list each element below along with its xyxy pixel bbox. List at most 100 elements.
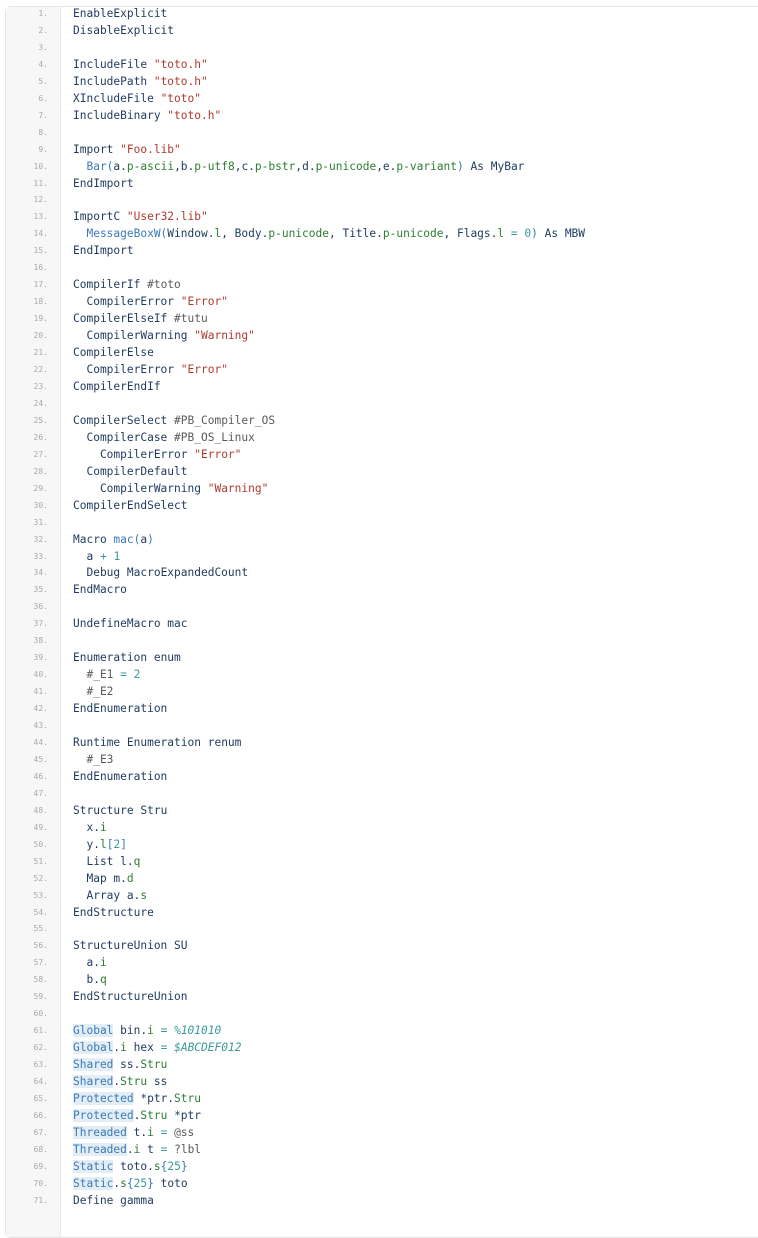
code-token: + <box>99 549 114 563</box>
code-token: Static <box>73 1176 114 1190</box>
line-number: 23. <box>33 381 48 391</box>
code-token: = <box>160 1041 175 1055</box>
code-token: "Error" <box>194 447 242 461</box>
line-number: 4. <box>38 59 48 69</box>
code-text: CompilerEndIf <box>73 379 161 396</box>
code-token: , Flags. <box>443 227 498 241</box>
code-token: *ptr <box>167 1108 202 1122</box>
code-text: XIncludeFile "toto" <box>73 91 201 108</box>
code-text: Global bin.i = %101010 <box>73 1023 221 1040</box>
code-text: Bar(a.p-ascii,b.p-utf8,c.p-bstr,d.p-unic… <box>73 159 524 176</box>
code-token: = <box>504 227 525 241</box>
code-token: p-unicode <box>382 227 444 241</box>
code-token: "toto.h" <box>153 74 208 88</box>
code-token: mac <box>167 617 188 631</box>
code-text: y.l[2] <box>73 837 126 854</box>
code-text: EndEnumeration <box>73 701 167 718</box>
code-text: CompilerDefault <box>73 464 187 481</box>
code-token: t <box>140 1142 161 1156</box>
line-number: 12. <box>33 195 48 205</box>
line-number: 48. <box>33 805 48 815</box>
code-text: CompilerError "Error" <box>73 447 241 464</box>
code-token: Stru <box>174 1092 201 1105</box>
code-token: p-unicode <box>315 159 377 173</box>
code-token: CompilerWarning <box>73 329 195 343</box>
code-token: m. <box>113 871 127 885</box>
code-token: %101010 <box>174 1024 222 1038</box>
code-token: Protected <box>73 1092 134 1105</box>
code-token: MacroExpandedCount <box>126 566 249 580</box>
code-token: Global <box>73 1041 114 1055</box>
code-text: EndImport <box>73 176 134 193</box>
line-number: 52. <box>33 873 48 883</box>
code-text: a.i <box>73 955 106 972</box>
line-number: 40. <box>33 670 48 680</box>
line-number: 17. <box>33 280 48 290</box>
code-text: Shared.Stru ss <box>73 1074 167 1091</box>
code-token: #PB_Compiler_OS <box>174 413 276 427</box>
line-number: 43. <box>33 721 48 731</box>
code-token: CompilerWarning <box>73 481 208 495</box>
code-token: bin. <box>113 1024 148 1038</box>
code-token: UndefineMacro <box>73 617 168 631</box>
code-text: Structure Stru <box>73 803 167 820</box>
line-number: 53. <box>33 890 48 900</box>
code-token: Map <box>73 871 114 885</box>
code-token: IncludeFile <box>73 57 154 71</box>
code-text: Debug MacroExpandedCount <box>73 565 248 582</box>
line-number: 8. <box>38 127 48 137</box>
code-token: . <box>126 1142 134 1156</box>
line-number: 34. <box>33 568 48 578</box>
code-token: = <box>120 668 134 682</box>
line-number: 56. <box>33 941 48 951</box>
code-token: = <box>153 1024 175 1038</box>
code-token: Runtime Enumeration <box>73 735 208 749</box>
code-token: ss <box>147 1075 168 1089</box>
code-token: Window. <box>167 227 215 241</box>
line-number: 27. <box>33 449 48 459</box>
code-token: XIncludeFile <box>73 91 161 105</box>
code-token: Global <box>73 1024 114 1038</box>
code-token: SU <box>174 939 188 953</box>
code-token: Macro <box>73 532 114 546</box>
code-token: Static <box>73 1159 114 1173</box>
code-text: CompilerError "Error" <box>73 294 227 311</box>
code-token: "Warning" <box>194 329 255 343</box>
code-token: ,d. <box>295 159 316 173</box>
code-token: StructureUnion <box>73 939 175 953</box>
code-token: Debug <box>73 566 127 580</box>
code-token: q <box>133 854 141 868</box>
code-token: Stru <box>140 1058 168 1072</box>
code-text: Threaded t.i = @ss <box>73 1125 194 1142</box>
code-token: t. <box>126 1125 148 1139</box>
code-token: } <box>180 1159 188 1173</box>
line-number: 16. <box>33 263 48 273</box>
code-token: enum <box>153 651 181 665</box>
line-number: 31. <box>33 517 48 527</box>
code-token: hex <box>126 1041 161 1055</box>
code-text: CompilerError "Error" <box>73 362 227 379</box>
code-text: a + 1 <box>73 549 120 566</box>
code-token: #PB_OS_Linux <box>174 430 255 444</box>
code-token: p-ascii <box>126 159 175 173</box>
code-token: a. <box>113 159 127 173</box>
code-text: CompilerCase #PB_OS_Linux <box>73 430 255 447</box>
code-token: EnableExplicit <box>73 7 168 20</box>
code-text: List l.q <box>73 854 140 871</box>
code-token: y. <box>73 837 100 851</box>
code-token: *ptr. <box>133 1092 175 1105</box>
code-token: 2 <box>133 668 141 682</box>
code-token: renum <box>207 735 242 749</box>
code-token: MBW <box>564 227 586 241</box>
line-number: 35. <box>33 585 48 595</box>
line-number: 36. <box>33 602 48 612</box>
code-token: = <box>153 1125 175 1139</box>
code-token: Shared <box>73 1058 114 1072</box>
line-number: 21. <box>33 348 48 358</box>
line-number: 11. <box>33 178 48 188</box>
code-text: DisableExplicit <box>73 23 174 40</box>
line-number: 65. <box>33 1094 48 1103</box>
code-token: p-unicode <box>268 227 329 241</box>
line-number: 59. <box>33 992 48 1002</box>
code-token: EndMacro <box>73 583 127 597</box>
